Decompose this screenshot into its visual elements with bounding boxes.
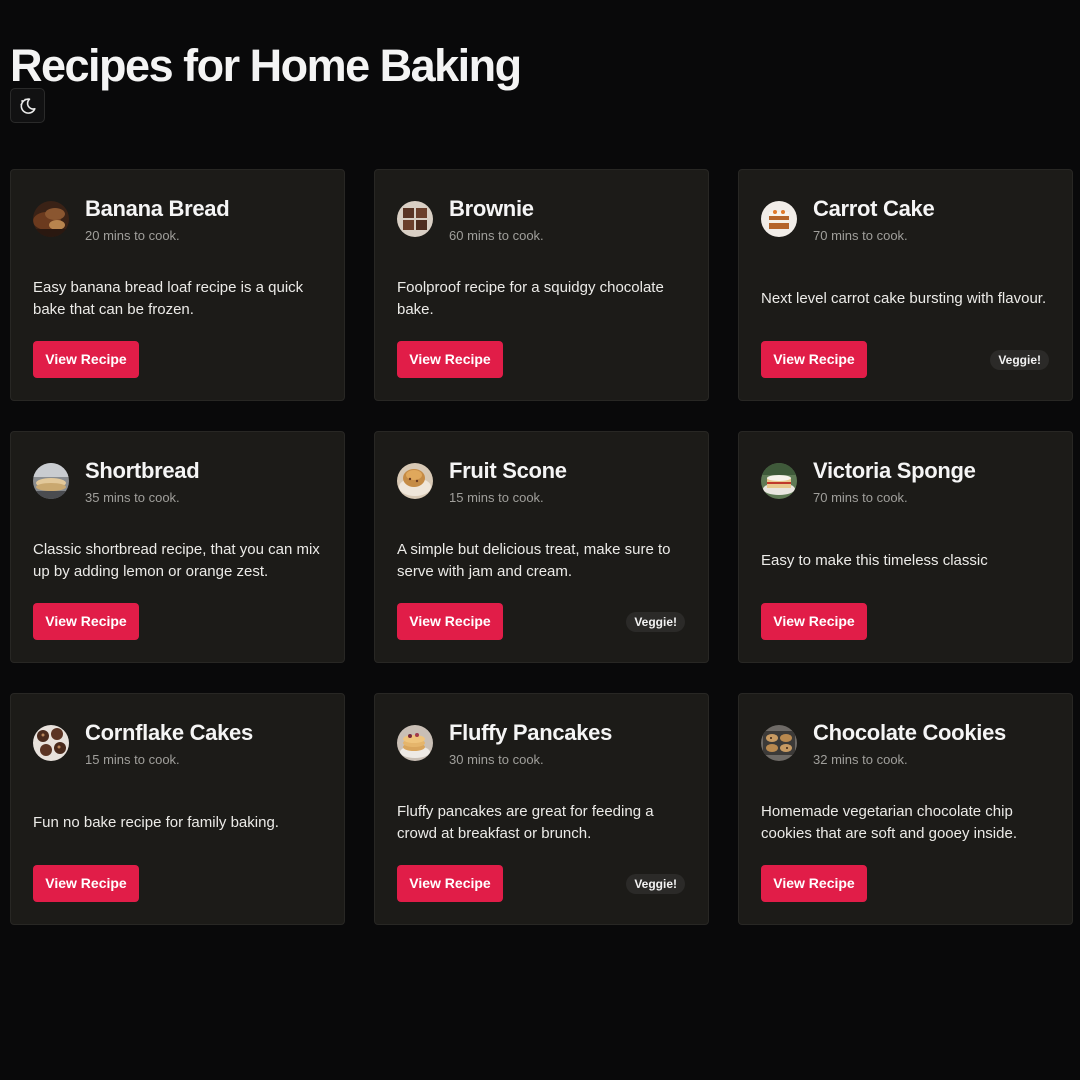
recipe-card: Banana Bread 20 mins to cook. Easy banan… [10,169,345,401]
recipe-description: Fun no bake recipe for family baking. [33,776,326,870]
cornflake-cakes-image [33,725,69,761]
recipe-cook-time: 70 mins to cook. [813,490,908,505]
recipe-card: Fruit Scone 15 mins to cook. A simple bu… [374,431,709,663]
recipe-description: Foolproof recipe for a squidgy chocolate… [397,252,690,346]
view-recipe-button[interactable]: View Recipe [397,865,503,902]
recipe-description-text: Classic shortbread recipe, that you can … [33,541,320,580]
shortbread-image [33,463,69,499]
recipe-title: Carrot Cake [813,196,935,221]
recipe-description-text: Fun no bake recipe for family baking. [33,814,279,831]
recipe-cook-time: 32 mins to cook. [813,752,908,767]
recipe-description-text: Fluffy pancakes are great for feeding a … [397,803,654,842]
recipe-description: Next level carrot cake bursting with fla… [761,252,1054,346]
view-recipe-button[interactable]: View Recipe [33,603,139,640]
veggie-badge: Veggie! [626,612,685,632]
recipe-description: Fluffy pancakes are great for feeding a … [397,776,690,870]
recipe-title: Chocolate Cookies [813,720,1006,745]
view-recipe-button[interactable]: View Recipe [397,341,503,378]
recipe-card: Brownie 60 mins to cook. Foolproof recip… [374,169,709,401]
recipe-description: A simple but delicious treat, make sure … [397,514,690,608]
recipe-card: Chocolate Cookies 32 mins to cook. Homem… [738,693,1073,925]
recipe-card: Victoria Sponge 70 mins to cook. Easy to… [738,431,1073,663]
recipe-cook-time: 70 mins to cook. [813,228,908,243]
recipe-cook-time: 60 mins to cook. [449,228,544,243]
recipe-description-text: A simple but delicious treat, make sure … [397,541,671,580]
view-recipe-button[interactable]: View Recipe [33,341,139,378]
recipe-cook-time: 15 mins to cook. [85,752,180,767]
recipe-title: Banana Bread [85,196,230,221]
veggie-badge: Veggie! [990,350,1049,370]
victoria-sponge-image [761,463,797,499]
recipe-description-text: Homemade vegetarian chocolate chip cooki… [761,803,1017,842]
recipe-cook-time: 35 mins to cook. [85,490,180,505]
recipe-cook-time: 15 mins to cook. [449,490,544,505]
fruit-scone-image [397,463,433,499]
page-title: Recipes for Home Baking [10,40,522,91]
view-recipe-button[interactable]: View Recipe [761,603,867,640]
recipe-description: Easy to make this timeless classic [761,514,1054,608]
recipe-card: Carrot Cake 70 mins to cook. Next level … [738,169,1073,401]
recipe-cook-time: 30 mins to cook. [449,752,544,767]
recipe-description-text: Next level carrot cake bursting with fla… [761,290,1047,307]
view-recipe-button[interactable]: View Recipe [397,603,503,640]
moon-sparkle-icon [19,97,36,114]
recipe-card: Cornflake Cakes 15 mins to cook. Fun no … [10,693,345,925]
recipe-card: Fluffy Pancakes 30 mins to cook. Fluffy … [374,693,709,925]
view-recipe-button[interactable]: View Recipe [33,865,139,902]
view-recipe-button[interactable]: View Recipe [761,341,867,378]
recipe-description-text: Easy banana bread loaf recipe is a quick… [33,279,304,318]
banana-bread-image [33,201,69,237]
recipe-cook-time: 20 mins to cook. [85,228,180,243]
page: Recipes for Home Baking Banana Bread 20 … [0,0,1080,1080]
veggie-badge: Veggie! [626,874,685,894]
theme-toggle-button[interactable] [10,88,45,123]
recipe-title: Shortbread [85,458,200,483]
recipe-description-text: Easy to make this timeless classic [761,552,988,569]
recipe-description: Easy banana bread loaf recipe is a quick… [33,252,326,346]
recipe-description: Classic shortbread recipe, that you can … [33,514,326,608]
recipe-card: Shortbread 35 mins to cook. Classic shor… [10,431,345,663]
fluffy-pancakes-image [397,725,433,761]
brownie-image [397,201,433,237]
recipe-title: Victoria Sponge [813,458,976,483]
carrot-cake-image [761,201,797,237]
chocolate-cookies-image [761,725,797,761]
view-recipe-button[interactable]: View Recipe [761,865,867,902]
recipe-title: Fruit Scone [449,458,567,483]
recipe-title: Fluffy Pancakes [449,720,613,745]
recipe-title: Brownie [449,196,534,221]
recipe-grid: Banana Bread 20 mins to cook. Easy banan… [10,169,1073,925]
recipe-description: Homemade vegetarian chocolate chip cooki… [761,776,1054,870]
recipe-description-text: Foolproof recipe for a squidgy chocolate… [397,279,664,318]
recipe-title: Cornflake Cakes [85,720,253,745]
